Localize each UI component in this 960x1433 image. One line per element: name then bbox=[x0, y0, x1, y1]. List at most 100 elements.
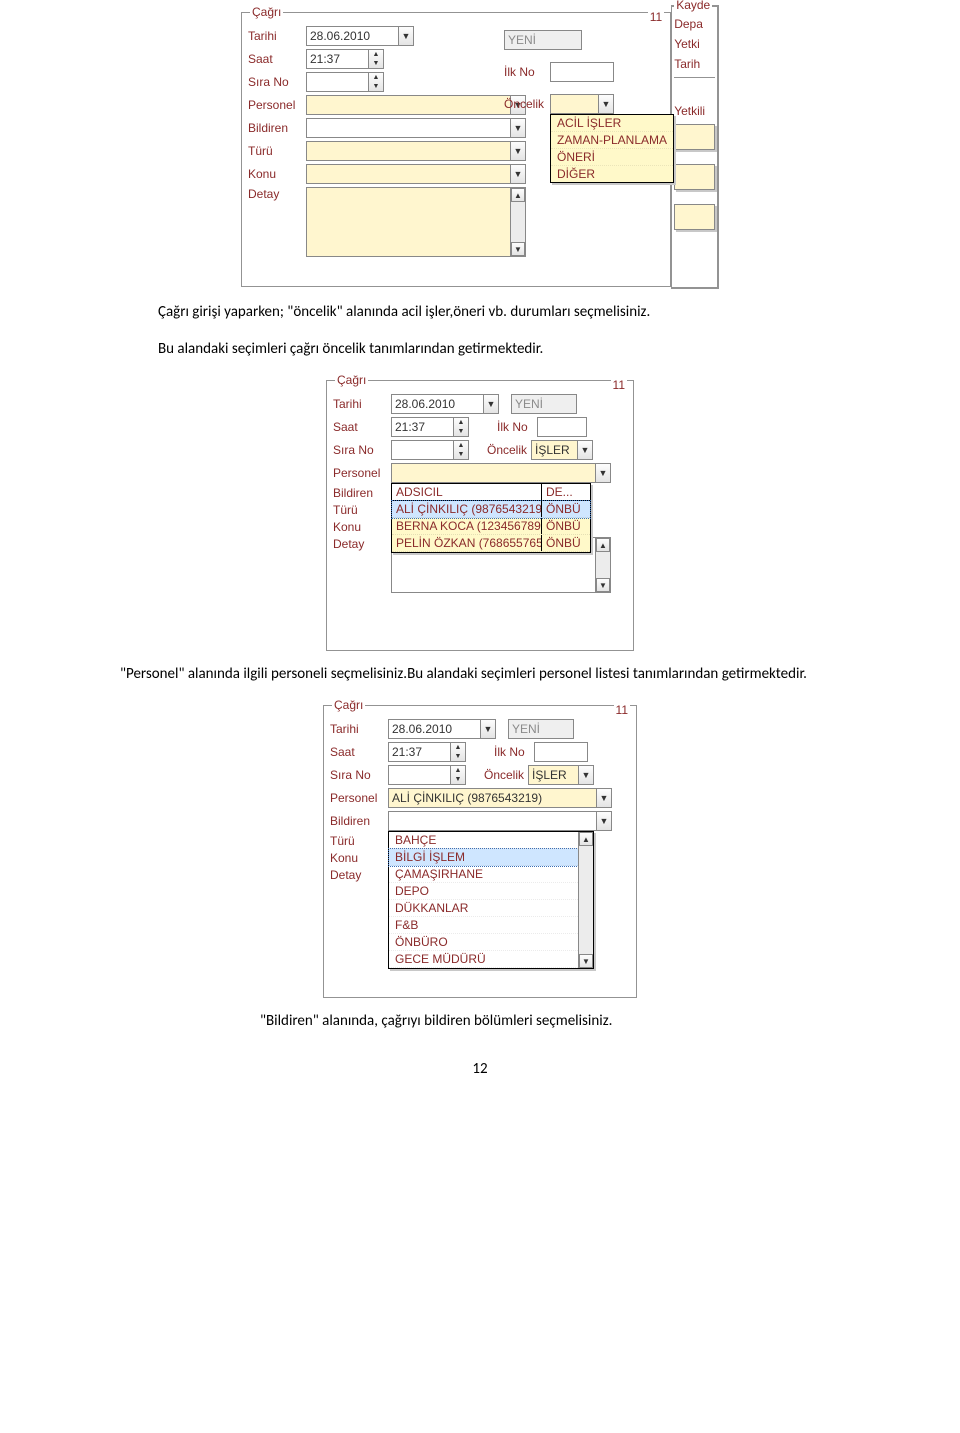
label-konu: Konu bbox=[333, 520, 391, 534]
dropdown-icon[interactable]: ▼ bbox=[398, 26, 414, 46]
dropdown-bildiren-list[interactable]: BAHÇE BİLGİ İŞLEM ÇAMAŞIRHANE DEPO DÜKKA… bbox=[388, 831, 594, 969]
dropdown-oncelik-list[interactable]: ACİL İŞLER ZAMAN-PLANLAMA ÖNERİ DİĞER bbox=[550, 114, 674, 183]
label-ilkno: İlk No bbox=[497, 420, 537, 434]
dropdown-icon[interactable]: ▼ bbox=[480, 719, 496, 739]
field-bildiren[interactable]: ▼ bbox=[306, 118, 526, 138]
list-item[interactable]: F&B bbox=[389, 917, 578, 934]
scroll-down-icon[interactable]: ▼ bbox=[579, 954, 593, 968]
kayde-field[interactable] bbox=[674, 124, 715, 150]
field-tarihi[interactable]: 28.06.2010 ▼ bbox=[388, 719, 496, 739]
spinner-icon[interactable]: ▲▼ bbox=[368, 72, 384, 92]
label-personel: Personel bbox=[248, 98, 306, 112]
screenshot-cagri-oncelik: Çağrı 11 Tarihi 28.06.2010 ▼ Saat 21:37 … bbox=[240, 4, 720, 290]
label-oncelik: Öncelik bbox=[487, 443, 531, 457]
label-saat: Saat bbox=[330, 745, 388, 759]
scrollbar[interactable]: ▲ ▼ bbox=[510, 188, 525, 256]
field-konu[interactable]: ▼ bbox=[306, 164, 526, 184]
spinner-icon[interactable]: ▲▼ bbox=[368, 49, 384, 69]
scroll-up-icon[interactable]: ▲ bbox=[511, 188, 525, 202]
dropdown-icon[interactable]: ▼ bbox=[577, 440, 593, 460]
list-item[interactable]: PELİN ÖZKAN (7686557657) ÖNBÜ bbox=[392, 535, 590, 552]
label-turu: Türü bbox=[333, 503, 391, 517]
label-oncelik: Öncelik bbox=[504, 97, 550, 111]
kayde-field[interactable] bbox=[674, 164, 715, 190]
field-ilkno[interactable] bbox=[534, 742, 588, 762]
field-sirano[interactable]: ▲▼ bbox=[388, 765, 466, 785]
label-oncelik: Öncelik bbox=[484, 768, 528, 782]
list-header: ADSICIL DE... bbox=[392, 484, 590, 501]
label-ilkno: İlk No bbox=[494, 745, 534, 759]
field-tarihi[interactable]: 28.06.2010 ▼ bbox=[306, 26, 414, 46]
field-oncelik[interactable]: İŞLER ▼ bbox=[528, 765, 594, 785]
dropdown-personel-list[interactable]: ADSICIL DE... ALİ ÇİNKILIÇ (9876543219) … bbox=[391, 483, 591, 553]
field-sirano[interactable]: ▲▼ bbox=[306, 72, 384, 92]
field-personel[interactable]: ALİ ÇİNKILIÇ (9876543219) ▼ bbox=[388, 788, 612, 808]
body-text: "Personel" alanında ilgili personeli seç… bbox=[0, 656, 960, 693]
dropdown-icon[interactable]: ▼ bbox=[483, 394, 499, 414]
field-ilkno[interactable] bbox=[550, 62, 614, 82]
field-oncelik[interactable]: İŞLER ▼ bbox=[531, 440, 593, 460]
scroll-down-icon[interactable]: ▼ bbox=[511, 242, 525, 256]
label-detay: Detay bbox=[330, 868, 388, 882]
list-item[interactable]: ALİ ÇİNKILIÇ (9876543219) ÖNBÜ bbox=[392, 501, 590, 518]
kayde-field[interactable] bbox=[674, 204, 715, 230]
field-saat[interactable]: 21:37 ▲▼ bbox=[388, 742, 466, 762]
spinner-icon[interactable]: ▲▼ bbox=[453, 440, 469, 460]
label-sirano: Sıra No bbox=[248, 75, 306, 89]
dropdown-option[interactable]: ACİL İŞLER bbox=[551, 115, 673, 132]
field-personel[interactable]: ▼ bbox=[391, 463, 611, 483]
field-yeni: YENİ bbox=[504, 30, 582, 50]
field-saat[interactable]: 21:37 ▲▼ bbox=[306, 49, 384, 69]
list-item[interactable]: BİLGİ İŞLEM bbox=[389, 849, 578, 866]
list-item[interactable]: DÜKKANLAR bbox=[389, 900, 578, 917]
label-tarihi: Tarihi bbox=[248, 29, 306, 43]
scroll-up-icon[interactable]: ▲ bbox=[596, 538, 610, 552]
group-legend: Çağrı bbox=[332, 698, 365, 712]
label-saat: Saat bbox=[248, 52, 306, 66]
scrollbar[interactable]: ▲ ▼ bbox=[578, 832, 593, 968]
list-item[interactable]: GECE MÜDÜRÜ bbox=[389, 951, 578, 968]
label-personel: Personel bbox=[333, 466, 391, 480]
scrollbar[interactable]: ▲ ▼ bbox=[595, 538, 610, 592]
dropdown-icon[interactable]: ▼ bbox=[596, 788, 612, 808]
group-cagri: Çağrı 11 Tarihi 28.06.2010 ▼ YENİ Saat 2… bbox=[323, 698, 637, 998]
dropdown-option[interactable]: ÖNERİ bbox=[551, 149, 673, 166]
label-detay: Detay bbox=[248, 187, 306, 201]
scroll-up-icon[interactable]: ▲ bbox=[579, 832, 593, 846]
screenshot-cagri-personel: Çağrı 11 Tarihi 28.06.2010 ▼ YENİ Saat 2… bbox=[325, 372, 635, 652]
group-legend: Çağrı bbox=[250, 5, 283, 19]
spinner-icon[interactable]: ▲▼ bbox=[453, 417, 469, 437]
list-item[interactable]: BERNA KOCA (1234567890) ÖNBÜ bbox=[392, 518, 590, 535]
field-turu[interactable]: ▼ bbox=[306, 141, 526, 161]
kayde-label: Depa bbox=[674, 17, 715, 31]
list-item[interactable]: BAHÇE bbox=[389, 832, 578, 849]
field-detay[interactable]: ▲ ▼ bbox=[306, 187, 526, 257]
spinner-icon[interactable]: ▲▼ bbox=[450, 765, 466, 785]
field-ilkno[interactable] bbox=[537, 417, 587, 437]
dropdown-option[interactable]: ZAMAN-PLANLAMA bbox=[551, 132, 673, 149]
dropdown-icon[interactable]: ▼ bbox=[510, 118, 526, 138]
field-saat[interactable]: 21:37 ▲▼ bbox=[391, 417, 469, 437]
dropdown-icon[interactable]: ▼ bbox=[578, 765, 594, 785]
label-personel: Personel bbox=[330, 791, 388, 805]
field-personel[interactable]: ▼ bbox=[306, 95, 526, 115]
dropdown-icon[interactable]: ▼ bbox=[510, 164, 526, 184]
dropdown-icon[interactable]: ▼ bbox=[598, 94, 614, 114]
field-sirano[interactable]: ▲▼ bbox=[391, 440, 469, 460]
dropdown-icon[interactable]: ▼ bbox=[595, 463, 611, 483]
kayde-legend: Kayde bbox=[674, 0, 712, 12]
label-tarihi: Tarihi bbox=[330, 722, 388, 736]
scroll-down-icon[interactable]: ▼ bbox=[596, 578, 610, 592]
dropdown-option[interactable]: DİĞER bbox=[551, 166, 673, 182]
field-tarihi[interactable]: 28.06.2010 ▼ bbox=[391, 394, 499, 414]
list-item[interactable]: DEPO bbox=[389, 883, 578, 900]
dropdown-icon[interactable]: ▼ bbox=[510, 141, 526, 161]
label-bildiren: Bildiren bbox=[330, 814, 388, 828]
field-bildiren[interactable]: ▼ bbox=[388, 811, 612, 831]
group-badge: 11 bbox=[611, 378, 627, 392]
field-oncelik[interactable]: ▼ bbox=[550, 94, 614, 114]
spinner-icon[interactable]: ▲▼ bbox=[450, 742, 466, 762]
list-item[interactable]: ÖNBÜRO bbox=[389, 934, 578, 951]
dropdown-icon[interactable]: ▼ bbox=[596, 811, 612, 831]
list-item[interactable]: ÇAMAŞIRHANE bbox=[389, 866, 578, 883]
